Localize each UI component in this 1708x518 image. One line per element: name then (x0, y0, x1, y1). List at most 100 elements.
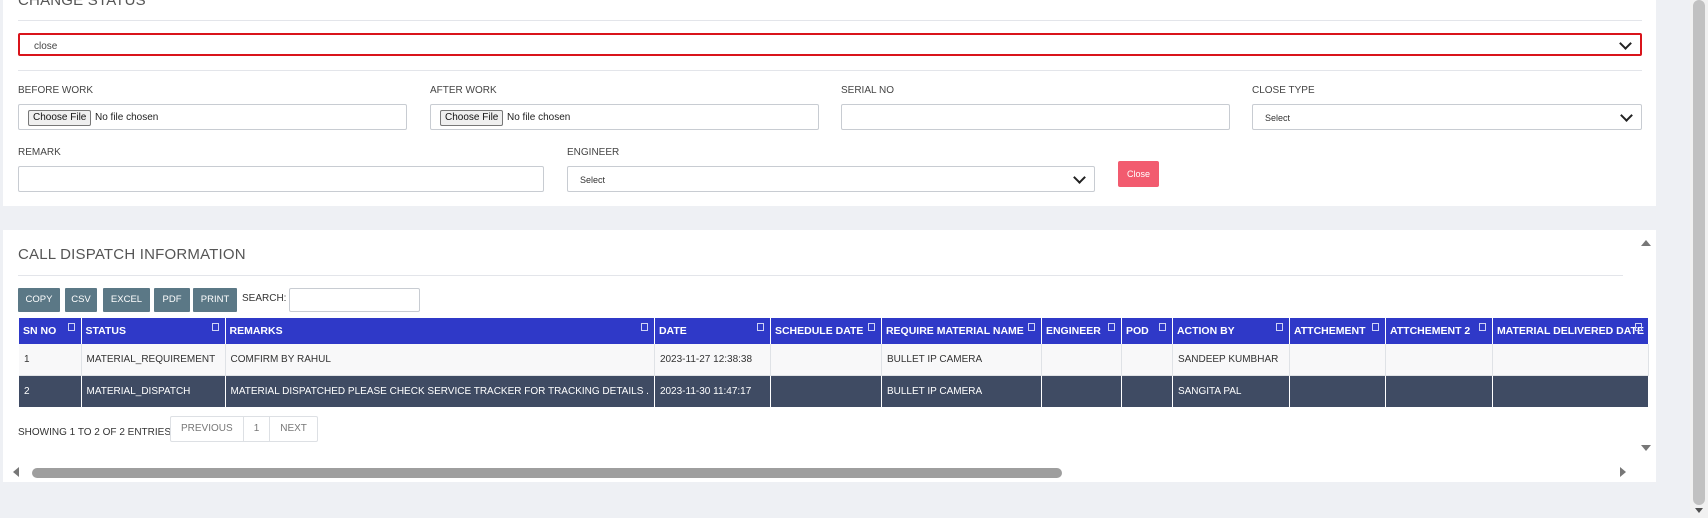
sort-icon (1275, 323, 1283, 331)
column-header[interactable]: ATTCHEMENT 2 (1385, 318, 1493, 344)
column-header[interactable]: STATUS (81, 318, 226, 344)
scroll-up-icon[interactable] (1641, 240, 1651, 246)
table-cell (1121, 344, 1173, 376)
engineer-label: ENGINEER (567, 147, 620, 158)
sort-icon (211, 323, 219, 331)
close-type-value: Select (1265, 113, 1291, 123)
divider (18, 20, 1642, 21)
sort-icon (640, 323, 648, 331)
column-header[interactable]: SN NO (19, 318, 82, 344)
previous-page-button[interactable]: PREVIOUS (171, 417, 244, 441)
close-button[interactable]: Close (1118, 161, 1159, 187)
table-cell: SANDEEP KUMBHAR (1172, 344, 1290, 376)
entries-info: SHOWING 1 TO 2 OF 2 ENTRIES (18, 427, 171, 438)
column-header[interactable]: DATE (654, 318, 771, 344)
scroll-left-icon[interactable] (13, 467, 19, 477)
table-cell (1492, 344, 1649, 376)
before-work-choose-file-button[interactable]: Choose File (28, 110, 92, 126)
column-header[interactable]: REMARKS (225, 318, 655, 344)
chevron-down-icon (1619, 37, 1632, 50)
change-status-panel: CHANGE STATUS close BEFORE WORK Choose F… (3, 0, 1656, 206)
table-cell: 1 (19, 344, 82, 376)
after-work-label: AFTER WORK (430, 85, 497, 96)
after-work-file-input[interactable]: Choose File No file chosen (430, 104, 819, 130)
engineer-select[interactable]: Select (567, 166, 1095, 192)
table-cell (1385, 344, 1493, 376)
copy-button[interactable]: COPY (18, 288, 60, 312)
table-cell (770, 344, 882, 376)
csv-button[interactable]: CSV (65, 288, 97, 312)
pdf-button[interactable]: PDF (154, 288, 190, 312)
column-header[interactable]: ENGINEER (1041, 318, 1122, 344)
serial-no-input[interactable] (841, 104, 1230, 130)
scroll-right-icon[interactable] (1620, 467, 1626, 477)
table-cell (770, 375, 882, 407)
table-cell (1121, 375, 1173, 407)
after-work-choose-file-button[interactable]: Choose File (440, 110, 504, 126)
before-work-label: BEFORE WORK (18, 85, 94, 96)
sort-icon (756, 323, 764, 331)
table-cell (1289, 375, 1386, 407)
sort-icon (867, 323, 875, 331)
excel-button[interactable]: EXCEL (103, 288, 150, 312)
table-cell (1041, 375, 1122, 407)
sort-icon (1634, 323, 1642, 331)
table-cell (1492, 375, 1649, 407)
scroll-down-icon[interactable] (1641, 445, 1651, 451)
close-type-label: CLOSE TYPE (1252, 85, 1315, 96)
remark-input[interactable] (18, 166, 544, 192)
pagination: PREVIOUS 1 NEXT (170, 416, 318, 442)
sort-icon (1158, 323, 1166, 331)
remark-label: REMARK (18, 147, 61, 158)
print-button[interactable]: PRINT (193, 288, 237, 312)
serial-no-label: SERIAL NO (841, 85, 894, 96)
sort-icon (67, 323, 75, 331)
table-row[interactable]: 1 MATERIAL_REQUIREMENT COMFIRM BY RAHUL … (19, 344, 1649, 376)
after-work-file-status: No file chosen (507, 112, 571, 123)
table-cell: MATERIAL_DISPATCH (81, 375, 226, 407)
table-cell: 2023-11-30 11:47:17 (654, 375, 771, 407)
table-cell: MATERIAL_REQUIREMENT (81, 344, 226, 376)
sort-icon (1478, 323, 1486, 331)
table-cell: 2 (19, 375, 82, 407)
table-row[interactable]: 2 MATERIAL_DISPATCH MATERIAL DISPATCHED … (19, 375, 1649, 407)
before-work-file-input[interactable]: Choose File No file chosen (18, 104, 407, 130)
chevron-down-icon (1073, 171, 1086, 184)
table-cell: SANGITA PAL (1172, 375, 1290, 407)
search-input[interactable] (289, 288, 420, 312)
table-cell: BULLET IP CAMERA (881, 344, 1042, 376)
column-header[interactable]: POD (1121, 318, 1173, 344)
column-header[interactable]: REQUIRE MATERIAL NAME (881, 318, 1042, 344)
table-cell (1289, 344, 1386, 376)
table-cell: 2023-11-27 12:38:38 (654, 344, 771, 376)
sort-icon (1107, 323, 1115, 331)
column-header[interactable]: SCHEDULE DATE (770, 318, 882, 344)
page-1-button[interactable]: 1 (244, 417, 271, 441)
before-work-file-status: No file chosen (95, 112, 159, 123)
column-header[interactable]: ATTCHEMENT (1289, 318, 1386, 344)
change-status-title: CHANGE STATUS (18, 0, 146, 9)
page-scrollbar-thumb[interactable] (1693, 0, 1705, 505)
column-header[interactable]: MATERIAL DELIVERED DATE (1492, 318, 1649, 344)
column-header[interactable]: ACTION BY (1172, 318, 1290, 344)
engineer-value: Select (580, 175, 606, 185)
chevron-down-icon (1620, 109, 1633, 122)
scroll-down-icon[interactable] (1695, 508, 1703, 513)
sort-icon (1371, 323, 1379, 331)
status-select[interactable]: close (18, 33, 1642, 56)
search-label: SEARCH: (242, 293, 287, 304)
status-select-value: close (34, 41, 58, 52)
table-cell: MATERIAL DISPATCHED PLEASE CHECK SERVICE… (225, 375, 655, 407)
table-cell (1041, 344, 1122, 376)
table-header-row: SN NO STATUS REMARKS DATE SCHEDULE DATE … (19, 318, 1649, 344)
call-dispatch-title: CALL DISPATCH INFORMATION (18, 246, 246, 263)
close-type-select[interactable]: Select (1252, 104, 1642, 130)
table-cell: BULLET IP CAMERA (881, 375, 1042, 407)
sort-icon (1027, 323, 1035, 331)
horizontal-scrollbar-thumb[interactable] (32, 468, 1062, 478)
next-page-button[interactable]: NEXT (270, 417, 317, 441)
table-cell (1385, 375, 1493, 407)
divider (18, 275, 1623, 276)
dispatch-table: SN NO STATUS REMARKS DATE SCHEDULE DATE … (19, 318, 1649, 407)
table-cell: COMFIRM BY RAHUL (225, 344, 655, 376)
